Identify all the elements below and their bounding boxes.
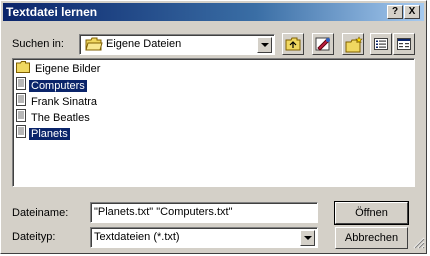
file-name-label: Frank Sinatra: [31, 95, 98, 108]
filetype-value: Textdateien (*.txt): [94, 231, 180, 243]
details-view-icon: [397, 38, 411, 53]
window-title: Textdatei lernen: [6, 5, 98, 19]
filetype-label: Dateityp:: [12, 231, 56, 243]
lookin-dropdown-button[interactable]: [257, 37, 272, 53]
file-list-item[interactable]: Eigene Bilder: [16, 61, 102, 76]
file-name-label: Planets: [28, 126, 71, 141]
text-file-icon: [16, 125, 26, 143]
dialog-window: Textdatei lernen ? X Suchen in: Eigene D…: [0, 0, 427, 254]
lookin-label: Suchen in:: [12, 38, 64, 50]
cancel-button[interactable]: Abbrechen: [335, 227, 408, 249]
close-button[interactable]: X: [404, 5, 420, 19]
file-name-label: Computers: [28, 78, 88, 93]
lookin-combobox[interactable]: Eigene Dateien: [79, 34, 275, 55]
file-list-item[interactable]: Computers: [16, 77, 88, 93]
desktop-button[interactable]: [312, 33, 334, 55]
desktop-icon: [315, 36, 332, 56]
file-name-label: Eigene Bilder: [35, 63, 101, 76]
filetype-dropdown-button[interactable]: [300, 230, 315, 246]
file-name-label: The Beatles: [31, 111, 90, 124]
folder-up-icon: [285, 37, 301, 54]
new-folder-icon: [345, 36, 363, 56]
filename-input[interactable]: "Planets.txt" "Computers.txt": [90, 202, 318, 223]
folder-icon: [16, 61, 30, 78]
new-folder-button[interactable]: [342, 33, 364, 55]
open-button[interactable]: Öffnen: [334, 201, 409, 225]
details-view-button[interactable]: [393, 33, 415, 55]
lookin-value: Eigene Dateien: [106, 38, 182, 50]
folder-open-icon: [85, 37, 103, 54]
file-list-item[interactable]: Frank Sinatra: [16, 93, 99, 108]
resize-grip-icon[interactable]: [413, 237, 425, 252]
filename-label: Dateiname:: [12, 207, 69, 219]
help-button[interactable]: ?: [387, 5, 403, 19]
list-view-button[interactable]: [370, 33, 392, 55]
file-list-item[interactable]: Planets: [16, 125, 71, 143]
title-bar[interactable]: Textdatei lernen ? X: [3, 3, 424, 21]
filename-value: "Planets.txt" "Computers.txt": [94, 206, 233, 218]
list-view-icon: [374, 38, 388, 53]
filetype-combobox[interactable]: Textdateien (*.txt): [90, 227, 318, 248]
file-list[interactable]: Eigene Bilder Computers Frank Sinatra The B…: [12, 58, 415, 187]
up-one-level-button[interactable]: [282, 33, 304, 55]
file-list-item[interactable]: The Beatles: [16, 109, 92, 124]
